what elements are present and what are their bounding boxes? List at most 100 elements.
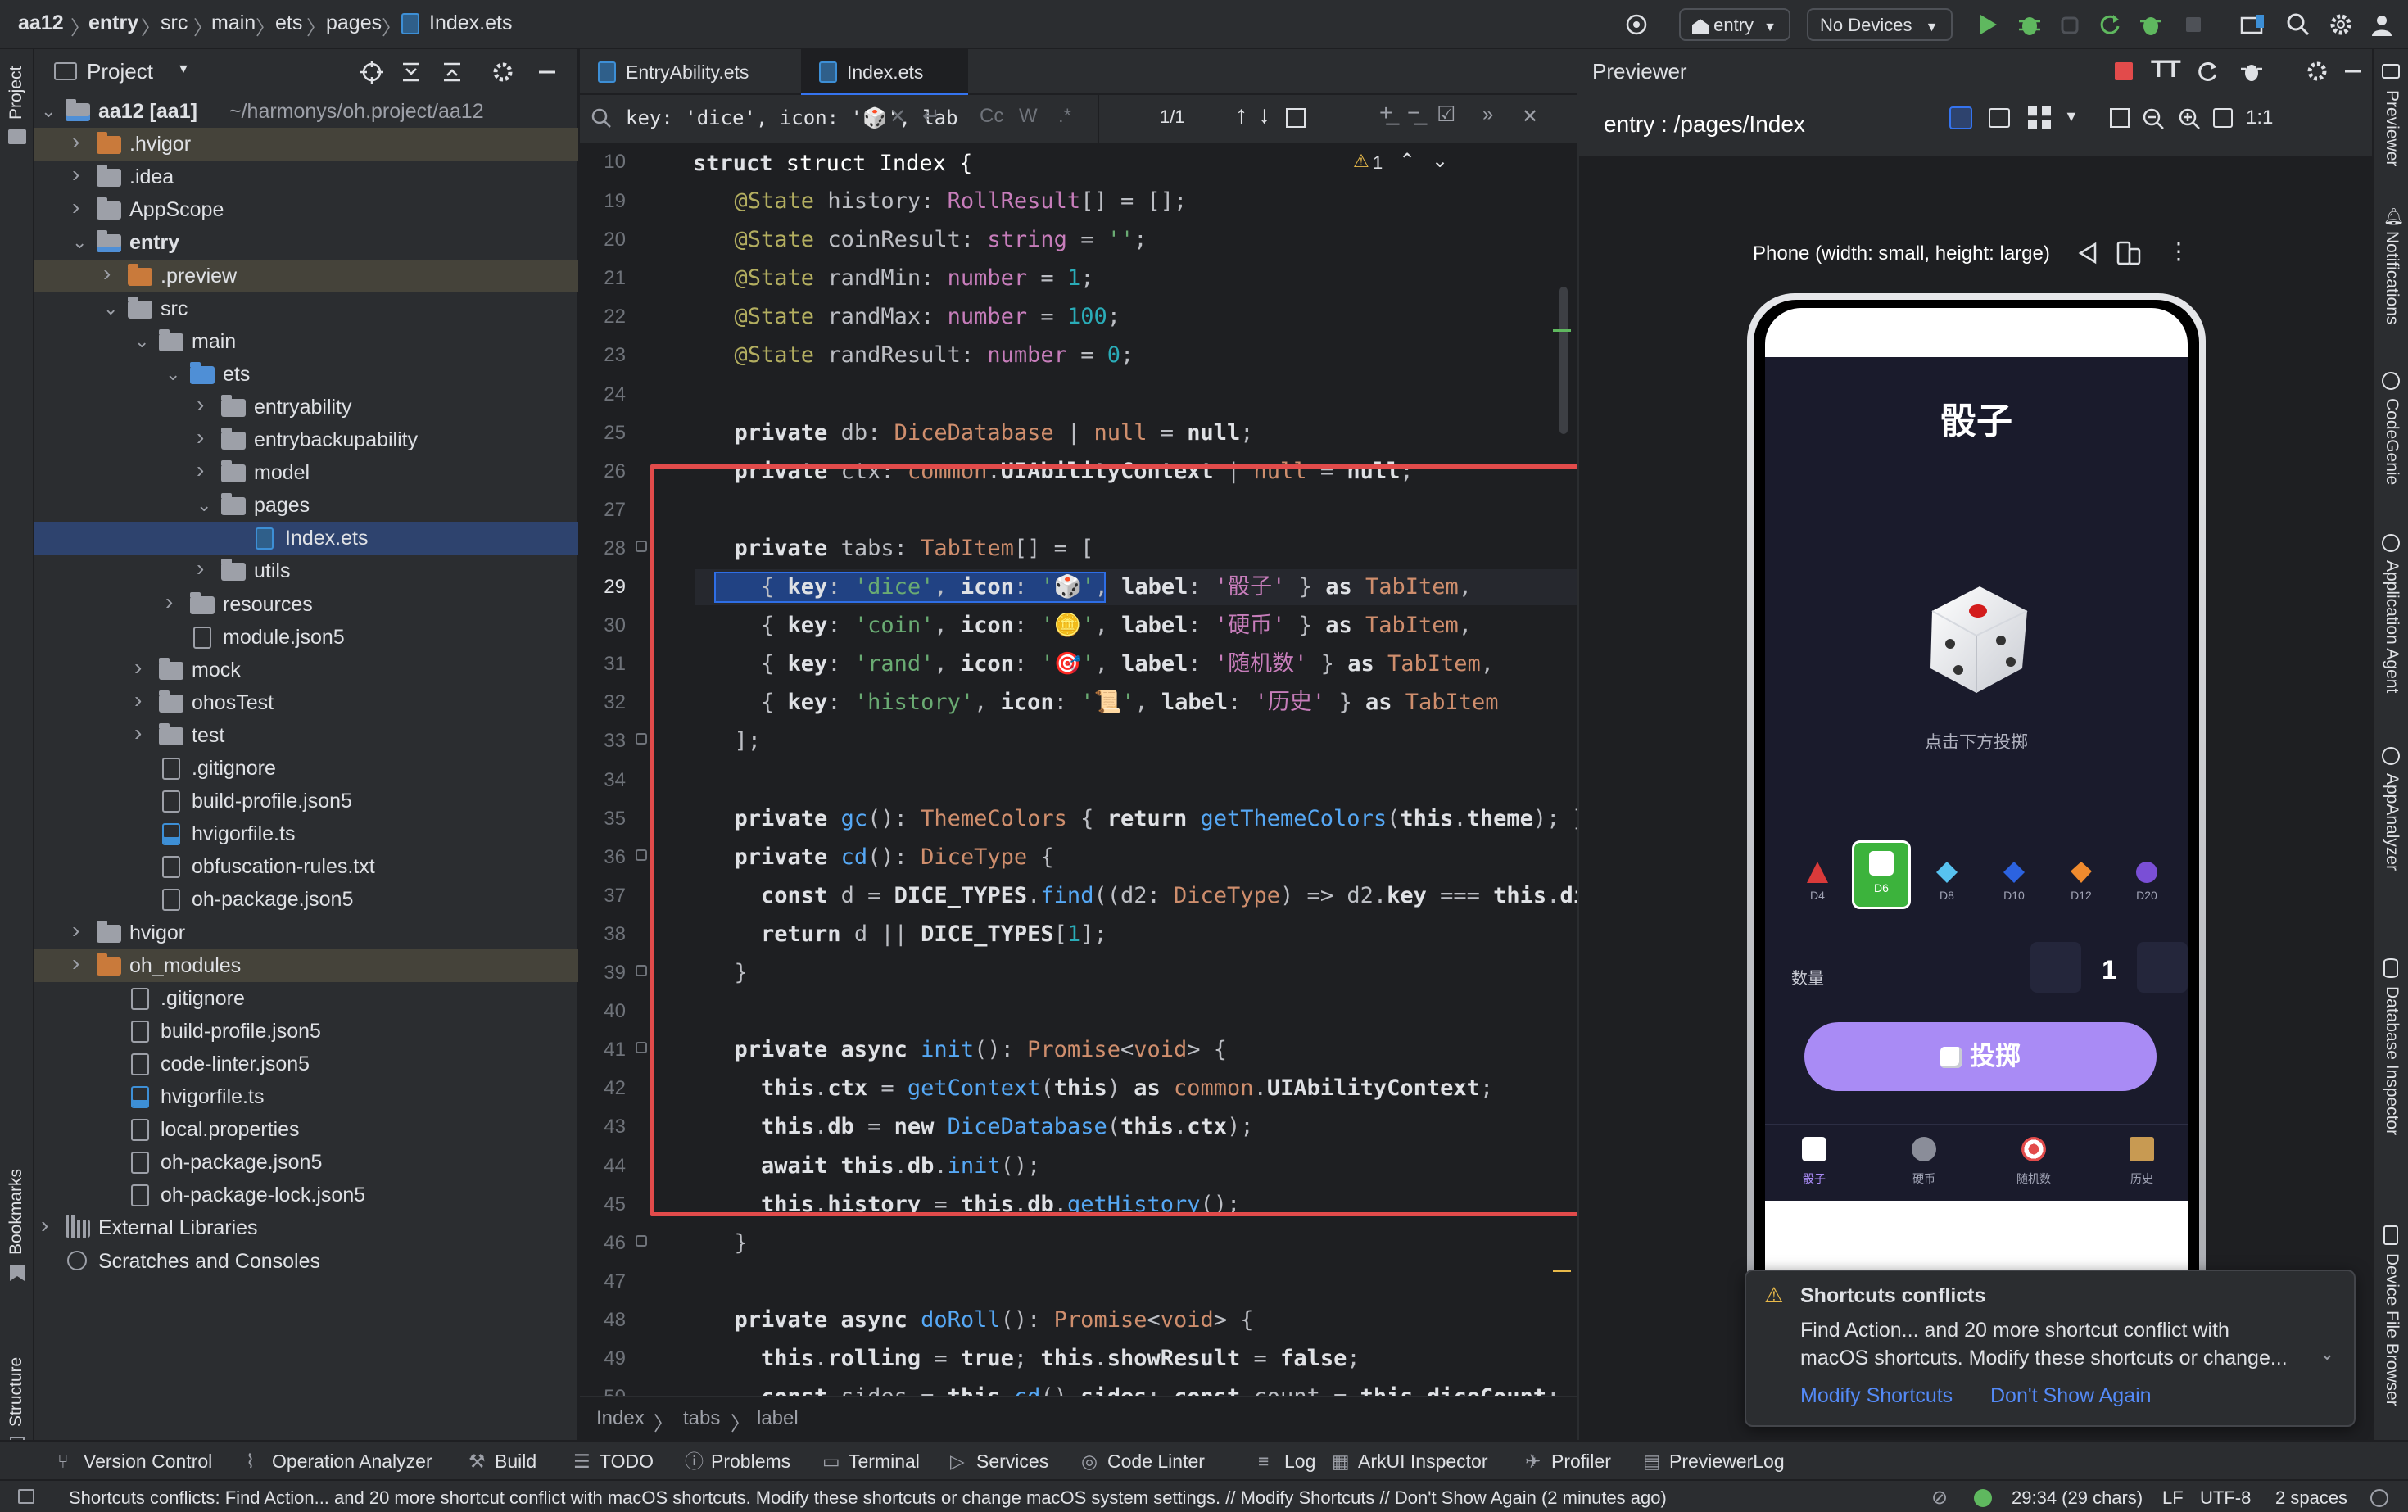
gear-icon[interactable] [490,59,516,85]
rotate-icon[interactable] [2075,241,2100,265]
tree-item[interactable]: .gitignore [34,982,578,1015]
dice-type-d8[interactable]: D8 [1929,858,1965,908]
crumb-file[interactable]: Index.ets [429,11,512,35]
chevron-right-icon[interactable]: › [72,947,88,980]
code-line[interactable]: } [708,1225,748,1261]
chevron-right-icon[interactable]: › [41,1209,57,1242]
chevron-right-icon[interactable]: › [197,454,213,487]
hide-panel-icon[interactable] [534,59,560,85]
chevron-right-icon[interactable]: › [134,717,151,749]
codegenie-tool-button[interactable]: CodeGenie [2382,398,2401,485]
chevron-down-icon[interactable]: ⌄ [41,95,57,128]
chevron-down-icon[interactable]: ⌄ [165,358,182,391]
tool-window-version-control[interactable]: Version Control [84,1442,212,1481]
tree-item[interactable]: oh-package-lock.json5 [34,1179,578,1211]
chevron-down-icon[interactable]: ⌄ [1432,149,1448,173]
tree-item[interactable]: › test [34,719,578,752]
tree-item[interactable]: › External Libraries [34,1211,578,1244]
status-message[interactable]: Shortcuts conflicts: Find Action... and … [69,1487,1667,1509]
tree-item[interactable]: oh-package.json5 [34,1146,578,1179]
code-line[interactable]: @State history: RollResult[] = []; [708,183,1188,220]
device-manager-icon[interactable] [2239,11,2267,38]
tree-item[interactable]: obfuscation-rules.txt [34,850,578,883]
tool-window-code-linter[interactable]: Code Linter [1107,1442,1205,1481]
debug-icon[interactable] [2016,11,2043,38]
caret-position[interactable]: 29:34 (29 chars) [2012,1487,2143,1509]
application-agent-tool-button[interactable]: Application Agent [2382,560,2401,693]
crumb-pages[interactable]: pages [326,11,382,35]
tree-item[interactable]: .gitignore [34,752,578,785]
app-tab-2[interactable]: 随机数 [2001,1137,2066,1187]
actual-size-icon[interactable] [2213,108,2233,128]
dice-type-d20[interactable]: D20 [2129,858,2165,908]
chevron-right-icon[interactable]: › [72,191,88,224]
stop-preview-icon[interactable] [2115,62,2133,80]
sticky-code[interactable]: struct struct Index { [693,146,972,182]
chevron-down-icon[interactable]: ⌄ [197,489,213,522]
tree-item[interactable]: ⌄ entry [34,226,578,259]
code-line[interactable]: @State randMax: number = 100; [708,299,1121,335]
fold-marker-icon[interactable] [636,1234,647,1247]
breadcrumb-item[interactable]: tabs [683,1407,720,1430]
refresh-icon[interactable] [2195,59,2220,84]
tool-window-arkui-inspector[interactable]: ArkUI Inspector [1358,1442,1488,1481]
attach-debugger-icon[interactable] [2057,11,2084,38]
tree-item[interactable]: module.json5 [34,621,578,654]
tree-item[interactable]: › resources [34,588,578,621]
tree-item[interactable]: › .preview [34,259,578,292]
tree-item[interactable]: ⌄ ets [34,358,578,391]
hide-panel-icon[interactable] [2341,59,2365,84]
quantity-decrease-button[interactable] [2030,942,2081,993]
layers-icon[interactable] [1989,108,2010,128]
tree-item[interactable]: ⌄ src [34,292,578,325]
run-config-dropdown[interactable]: entry ▼ [1679,8,1790,41]
tree-item[interactable]: › .hvigor [34,128,578,161]
tree-item[interactable]: › model [34,456,578,489]
code-line[interactable]: private async doRoll(): Promise<void> { [708,1302,1254,1338]
breadcrumb-item[interactable]: Index [596,1407,645,1430]
app-tab-3[interactable]: 历史 [2109,1137,2175,1187]
code-line[interactable]: @State coinResult: string = ''; [708,222,1147,258]
tree-item[interactable]: › mock [34,654,578,686]
expand-icon[interactable]: ⌄ [2320,1343,2334,1365]
dice-type-d10[interactable]: D10 [1996,858,2032,908]
code-line[interactable]: @State randMin: number = 1; [708,260,1094,297]
fit-screen-icon[interactable] [2110,108,2130,128]
profiler-bug-icon[interactable] [2138,11,2164,38]
tree-item[interactable]: › hvigor [34,917,578,949]
database-inspector-tool-button[interactable]: Database Inspector [2382,986,2401,1135]
panel-toggle-icon[interactable] [18,1489,34,1504]
fold-marker-icon[interactable] [636,1042,647,1054]
select-all-occurrences-icon[interactable] [1286,108,1306,128]
tool-window-terminal[interactable]: Terminal [849,1442,920,1481]
remove-occurrence-icon[interactable]: −̲ [1407,100,1420,126]
crumb-ets[interactable]: ets [275,11,302,35]
file-encoding[interactable]: UTF-8 [2200,1487,2251,1509]
device-file-browser-tool-button[interactable]: Device File Browser [2382,1253,2401,1406]
search-icon[interactable] [2285,11,2311,38]
chevron-right-icon[interactable]: › [165,586,182,618]
tool-window-previewerlog[interactable]: PreviewerLog [1669,1442,1785,1481]
zoom-in-icon[interactable] [2177,106,2202,131]
crumb-project[interactable]: aa12 [18,11,64,35]
dont-show-again-link[interactable]: Don't Show Again [1990,1384,2152,1408]
collapse-all-icon[interactable] [439,59,465,85]
tree-item[interactable]: Scratches and Consoles [34,1245,578,1278]
crumb-src[interactable]: src [161,11,188,35]
run-icon[interactable] [1976,11,2000,38]
one-to-one-icon[interactable]: 1:1 [2246,106,2273,129]
search-icon[interactable] [590,106,614,131]
chevron-down-icon[interactable]: ⌄ [103,292,120,325]
profile-icon[interactable] [2369,11,2395,38]
find-input[interactable]: key: 'dice', icon: '🎲', lab [626,106,958,129]
tree-item[interactable]: code-linter.json5 [34,1048,578,1080]
zoom-out-icon[interactable] [2141,106,2166,131]
editor-scrollbar[interactable] [1559,287,1568,434]
previewer-tool-button[interactable]: Previewer [2382,90,2401,166]
dice-icon[interactable] [1916,578,2037,701]
apply-changes-icon[interactable] [2097,11,2123,38]
chevron-down-icon[interactable]: ⌄ [72,226,88,259]
locate-file-icon[interactable] [359,59,385,85]
chevron-right-icon[interactable]: › [197,421,213,454]
tree-item[interactable]: › ohosTest [34,686,578,719]
